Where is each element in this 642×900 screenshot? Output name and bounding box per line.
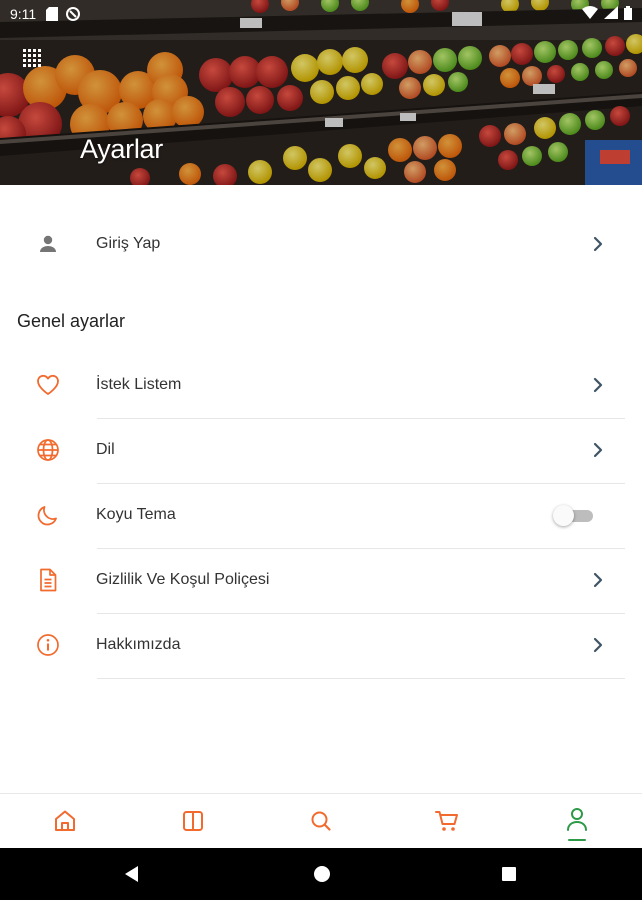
chevron-right-icon bbox=[593, 572, 603, 588]
settings-item-language[interactable]: Dil bbox=[0, 426, 642, 474]
chevron-right-icon bbox=[593, 377, 603, 393]
divider bbox=[97, 483, 625, 484]
heart-icon bbox=[36, 373, 60, 397]
divider bbox=[97, 418, 625, 419]
cart-icon bbox=[435, 811, 458, 831]
recents-icon[interactable] bbox=[499, 864, 519, 884]
battery-icon bbox=[624, 5, 632, 23]
login-label: Giriş Yap bbox=[96, 235, 161, 252]
settings-item-label: Koyu Tema bbox=[96, 506, 176, 523]
home-button-icon[interactable] bbox=[312, 864, 332, 884]
nav-cart[interactable] bbox=[434, 808, 460, 834]
moon-icon bbox=[36, 503, 60, 527]
nav-search[interactable] bbox=[308, 808, 334, 834]
page-title: Ayarlar bbox=[80, 134, 163, 164]
active-tab-indicator bbox=[568, 839, 586, 841]
globe-icon bbox=[36, 438, 60, 462]
person-icon bbox=[36, 232, 60, 256]
chevron-right-icon bbox=[593, 637, 603, 653]
system-navigation-bar bbox=[0, 848, 642, 900]
document-icon bbox=[36, 568, 60, 592]
bottom-navigation bbox=[0, 793, 642, 848]
settings-item-wishlist[interactable]: İstek Listem bbox=[0, 361, 642, 409]
login-row[interactable]: Giriş Yap bbox=[0, 220, 642, 268]
settings-item-privacy-policy[interactable]: Gizlilik Ve Koşul Poliçesi bbox=[0, 556, 642, 604]
divider bbox=[97, 678, 625, 679]
nav-home[interactable] bbox=[52, 808, 78, 834]
wifi-icon bbox=[582, 6, 598, 22]
chevron-right-icon bbox=[593, 236, 603, 252]
divider bbox=[97, 548, 625, 549]
info-icon bbox=[36, 633, 60, 657]
settings-header: 9:11 Ayarlar bbox=[0, 0, 642, 185]
general-settings-heading: Genel ayarlar bbox=[17, 311, 126, 331]
settings-item-label: Dil bbox=[96, 441, 115, 458]
status-bar: 9:11 bbox=[0, 0, 642, 28]
toggle-knob bbox=[553, 505, 574, 526]
chevron-right-icon bbox=[593, 442, 603, 458]
settings-item-dark-theme: Koyu Tema bbox=[0, 491, 642, 539]
dark-theme-toggle[interactable] bbox=[553, 504, 595, 526]
sync-icon bbox=[66, 7, 81, 21]
sd-card-icon bbox=[46, 7, 59, 21]
home-icon bbox=[55, 810, 75, 831]
divider bbox=[97, 613, 625, 614]
settings-item-label: Gizlilik Ve Koşul Poliçesi bbox=[96, 571, 270, 588]
book-icon bbox=[183, 811, 203, 831]
grid-menu-icon[interactable] bbox=[22, 48, 42, 73]
user-icon bbox=[567, 808, 587, 831]
nav-categories[interactable] bbox=[180, 808, 206, 834]
signal-icon bbox=[604, 6, 618, 22]
nav-profile[interactable] bbox=[564, 806, 590, 832]
back-icon[interactable] bbox=[122, 864, 142, 884]
settings-item-label: İstek Listem bbox=[96, 376, 182, 393]
settings-item-about[interactable]: Hakkımızda bbox=[0, 621, 642, 669]
settings-item-label: Hakkımızda bbox=[96, 636, 181, 653]
search-icon bbox=[311, 811, 331, 831]
status-time: 9:11 bbox=[10, 6, 37, 22]
